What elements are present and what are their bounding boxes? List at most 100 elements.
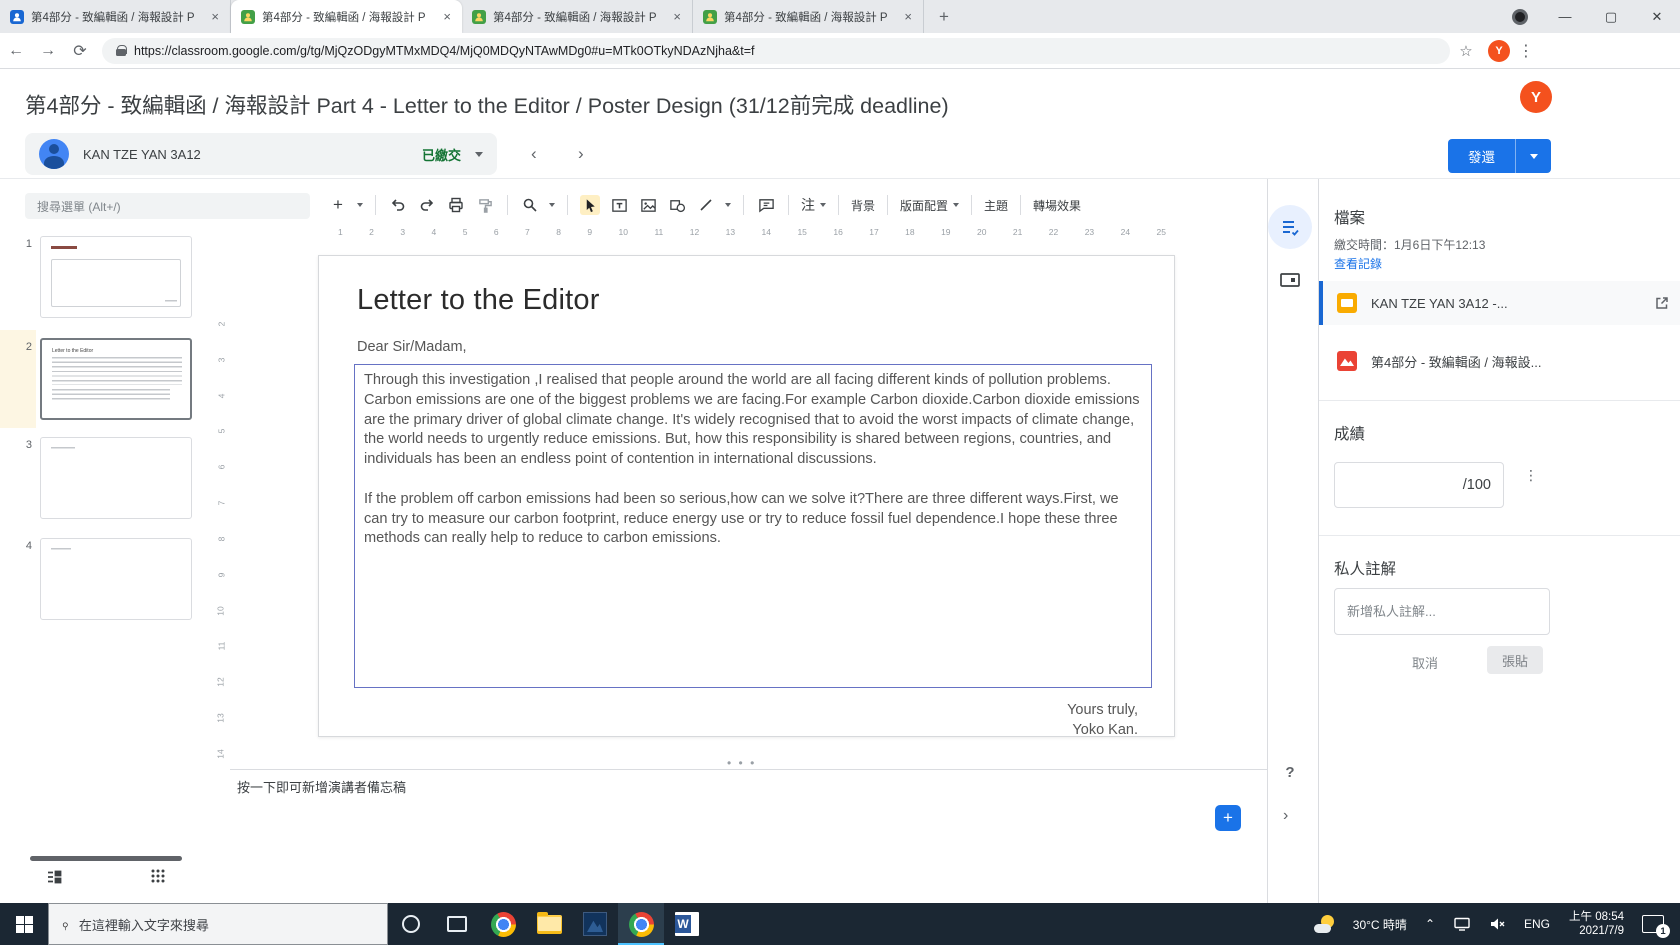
new-tab-button[interactable]: + bbox=[930, 3, 958, 31]
grade-denominator: /100 bbox=[1462, 477, 1491, 493]
student-name: KAN TZE YAN 3A12 bbox=[83, 146, 201, 162]
print-icon[interactable] bbox=[446, 195, 466, 215]
open-in-new-icon[interactable] bbox=[1655, 296, 1669, 310]
slide-thumbnail-4[interactable] bbox=[40, 538, 192, 620]
file-explorer-icon[interactable] bbox=[526, 903, 572, 945]
layout-button[interactable]: 版面配置 bbox=[900, 197, 960, 214]
previous-student-button[interactable]: ‹ bbox=[531, 144, 537, 164]
tab-close-icon[interactable]: × bbox=[440, 9, 454, 24]
collapse-panel-icon[interactable]: › bbox=[1283, 807, 1288, 825]
zoom-dropdown-icon[interactable] bbox=[549, 203, 555, 207]
tab-title: 第4部分 - 致編輯函 / 海報設計 P bbox=[724, 11, 888, 24]
volume-muted-icon[interactable] bbox=[1489, 917, 1506, 931]
speaker-notes-placeholder[interactable]: 按一下即可新增演講者備忘稿 bbox=[237, 777, 406, 796]
bookmark-star-icon[interactable]: ☆ bbox=[1450, 42, 1482, 60]
slide-thumbnail-1[interactable] bbox=[40, 236, 192, 318]
browser-tab-1[interactable]: 第4部分 - 致編輯函 / 海報設計 P × bbox=[0, 0, 231, 33]
browser-menu-icon[interactable]: ⋮ bbox=[1510, 41, 1542, 61]
tab-close-icon[interactable]: × bbox=[670, 9, 684, 24]
browser-tab-4[interactable]: 第4部分 - 致編輯函 / 海報設計 P × bbox=[693, 0, 924, 33]
image-file-icon bbox=[1337, 351, 1357, 371]
insert-comment-icon[interactable] bbox=[756, 195, 776, 215]
account-avatar[interactable]: Y bbox=[1520, 81, 1552, 113]
new-slide-dropdown-icon[interactable] bbox=[357, 203, 363, 207]
photos-app-icon[interactable] bbox=[572, 903, 618, 945]
tab-close-icon[interactable]: × bbox=[208, 9, 222, 24]
back-icon[interactable]: ← bbox=[0, 42, 32, 60]
file-item-image[interactable]: 第4部分 - 致編輯函 / 海報設... bbox=[1319, 339, 1680, 383]
background-button[interactable]: 背景 bbox=[851, 197, 875, 214]
slide-thumbnail-2-selected[interactable]: Letter to the Editor bbox=[40, 338, 192, 420]
language-indicator[interactable]: ENG bbox=[1524, 917, 1550, 931]
filmstrip-view-icon[interactable] bbox=[45, 868, 63, 886]
help-icon[interactable]: ? bbox=[1277, 759, 1303, 785]
text-box-tool-icon[interactable] bbox=[609, 195, 629, 215]
insert-image-icon[interactable] bbox=[638, 195, 658, 215]
paint-format-icon[interactable] bbox=[475, 195, 495, 215]
window-maximize-button[interactable]: ▢ bbox=[1588, 0, 1634, 33]
chrome-active-window-icon[interactable] bbox=[618, 903, 664, 945]
grid-view-icon[interactable] bbox=[150, 868, 166, 884]
transition-button[interactable]: 轉場效果 bbox=[1033, 197, 1081, 214]
files-heading: 檔案 bbox=[1334, 210, 1366, 227]
private-comment-heading: 私人註解 bbox=[1334, 561, 1397, 578]
return-button[interactable]: 發還 bbox=[1448, 139, 1515, 173]
redo-icon[interactable] bbox=[417, 195, 437, 215]
reload-icon[interactable]: ⟳ bbox=[64, 41, 96, 61]
filmstrip-scrollbar[interactable] bbox=[30, 856, 182, 861]
chrome-taskbar-icon[interactable] bbox=[480, 903, 526, 945]
classroom-favicon bbox=[241, 9, 255, 24]
cancel-button[interactable]: 取消 bbox=[1412, 653, 1438, 672]
cortana-button[interactable] bbox=[388, 903, 434, 945]
insert-line-icon[interactable] bbox=[696, 195, 716, 215]
browser-tab-3[interactable]: 第4部分 - 致編輯函 / 海報設計 P × bbox=[462, 0, 693, 33]
return-dropdown-button[interactable] bbox=[1515, 139, 1551, 173]
new-slide-button[interactable]: + bbox=[328, 195, 348, 215]
menus-search-input[interactable]: 搜尋選單 (Alt+/) bbox=[25, 193, 310, 219]
add-comment-fab[interactable]: + bbox=[1215, 805, 1241, 831]
browser-tab-2-active[interactable]: 第4部分 - 致編輯函 / 海報設計 P × bbox=[231, 0, 462, 33]
insert-shape-icon[interactable] bbox=[667, 195, 687, 215]
start-button[interactable] bbox=[0, 903, 48, 945]
grade-menu-icon[interactable]: ⋮ bbox=[1524, 468, 1538, 482]
forward-icon[interactable]: → bbox=[32, 42, 64, 60]
browser-profile-avatar[interactable]: Y bbox=[1488, 39, 1510, 62]
window-minimize-button[interactable]: — bbox=[1542, 0, 1588, 33]
classroom-favicon bbox=[703, 9, 717, 24]
slide-canvas[interactable]: Letter to the Editor Dear Sir/Madam, Thr… bbox=[318, 255, 1175, 738]
view-history-link[interactable]: 查看記錄 bbox=[1334, 255, 1382, 272]
post-button[interactable]: 張貼 bbox=[1487, 646, 1543, 674]
url-field[interactable]: https://classroom.google.com/g/tg/MjQzOD… bbox=[102, 37, 1450, 64]
letter-text-box[interactable]: Through this investigation ,I realised t… bbox=[354, 364, 1152, 688]
theme-button[interactable]: 主題 bbox=[984, 197, 1008, 214]
weather-icon[interactable] bbox=[1313, 915, 1336, 933]
slide-thumbnail-3[interactable] bbox=[40, 437, 192, 519]
taskbar-search[interactable]: ⌕ 在這裡輸入文字來搜尋 bbox=[48, 903, 388, 945]
undo-icon[interactable] bbox=[388, 195, 408, 215]
line-dropdown-icon[interactable] bbox=[725, 203, 731, 207]
notes-resize-handle[interactable]: • • • bbox=[727, 756, 756, 770]
taskbar-clock[interactable]: 上午 08:54 2021/7/9 bbox=[1569, 910, 1624, 938]
divider bbox=[230, 769, 1267, 770]
private-comment-input[interactable] bbox=[1334, 588, 1550, 635]
assignment-title: 第4部分 - 致編輯函 / 海報設計 Part 4 - Letter to th… bbox=[25, 94, 949, 118]
comments-panel-icon[interactable] bbox=[1279, 271, 1301, 291]
hidden-icons-chevron[interactable]: ⌃ bbox=[1425, 917, 1435, 931]
grading-panel-icon[interactable] bbox=[1268, 205, 1312, 249]
word-app-icon[interactable] bbox=[664, 903, 710, 945]
select-tool-icon[interactable] bbox=[580, 195, 600, 215]
annotate-tool[interactable]: 注 bbox=[801, 195, 826, 215]
status-dropdown-icon[interactable] bbox=[475, 151, 483, 157]
weather-text[interactable]: 30°C 時晴 bbox=[1353, 916, 1407, 933]
submission-status: 已繳交 bbox=[421, 147, 461, 163]
network-icon[interactable] bbox=[1453, 917, 1471, 931]
student-selector[interactable]: KAN TZE YAN 3A12 已繳交 bbox=[25, 133, 497, 175]
task-view-button[interactable] bbox=[434, 903, 480, 945]
zoom-icon[interactable] bbox=[520, 195, 540, 215]
action-center-icon[interactable]: 1 bbox=[1642, 915, 1670, 938]
next-student-button[interactable]: › bbox=[578, 144, 584, 164]
tab-close-icon[interactable]: × bbox=[901, 9, 915, 24]
window-close-button[interactable]: ✕ bbox=[1634, 0, 1680, 33]
file-item-slides[interactable]: KAN TZE YAN 3A12 -... bbox=[1319, 281, 1680, 325]
grade-input[interactable]: /100 bbox=[1334, 462, 1504, 508]
